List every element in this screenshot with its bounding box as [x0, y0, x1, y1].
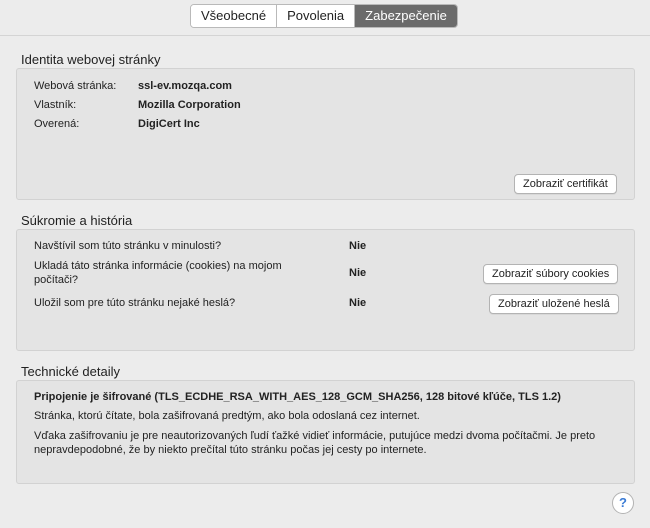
privacy-title: Súkromie a história: [21, 213, 133, 228]
cookies-question-line2: počítači?: [34, 274, 79, 286]
encryption-explanation-line1: Vďaka zašifrovaniu je pre neautorizovaný…: [34, 430, 596, 442]
website-label: Webová stránka:: [34, 80, 117, 92]
identity-panel: Webová stránka: ssl-ev.mozqa.com Vlastní…: [16, 68, 635, 200]
verified-label: Overená:: [34, 118, 80, 130]
technical-panel: Pripojenie je šifrované (TLS_ECDHE_RSA_W…: [16, 380, 635, 484]
visited-question: Navštívil som túto stránku v minulosti?: [34, 240, 222, 252]
tab-bar: Všeobecné Povolenia Zabezpečenie: [0, 0, 650, 36]
visited-answer: Nie: [349, 240, 367, 252]
owner-value: Mozilla Corporation: [138, 99, 241, 111]
privacy-panel: Navštívil som túto stránku v minulosti? …: [16, 229, 635, 351]
cookies-question-line1: Ukladá táto stránka informácie (cookies)…: [34, 260, 282, 272]
passwords-answer: Nie: [349, 297, 367, 309]
tab-permissions[interactable]: Povolenia: [277, 5, 356, 27]
website-value: ssl-ev.mozqa.com: [138, 80, 232, 92]
passwords-question: Uložil som pre túto stránku nejaké heslá…: [34, 297, 236, 309]
verified-value: DigiCert Inc: [138, 118, 200, 130]
tab-divider: [0, 35, 650, 36]
view-cookies-button[interactable]: Zobraziť súbory cookies: [483, 264, 619, 284]
help-button[interactable]: ?: [612, 492, 634, 514]
cookies-answer: Nie: [349, 267, 367, 279]
tab-group: Všeobecné Povolenia Zabezpečenie: [190, 4, 458, 28]
technical-title: Technické detaily: [21, 364, 120, 379]
encryption-explanation-line2: nepravdepodobné, že by niekto prečítal t…: [34, 444, 427, 456]
tab-general[interactable]: Všeobecné: [191, 5, 278, 27]
tab-security[interactable]: Zabezpečenie: [355, 5, 457, 27]
connection-status: Pripojenie je šifrované (TLS_ECDHE_RSA_W…: [34, 391, 561, 403]
encryption-note: Stránka, ktorú čítate, bola zašifrovaná …: [34, 410, 420, 422]
identity-title: Identita webovej stránky: [21, 52, 161, 67]
view-passwords-button[interactable]: Zobraziť uložené heslá: [489, 294, 619, 314]
view-certificate-button[interactable]: Zobraziť certifikát: [514, 174, 617, 194]
owner-label: Vlastník:: [34, 99, 77, 111]
